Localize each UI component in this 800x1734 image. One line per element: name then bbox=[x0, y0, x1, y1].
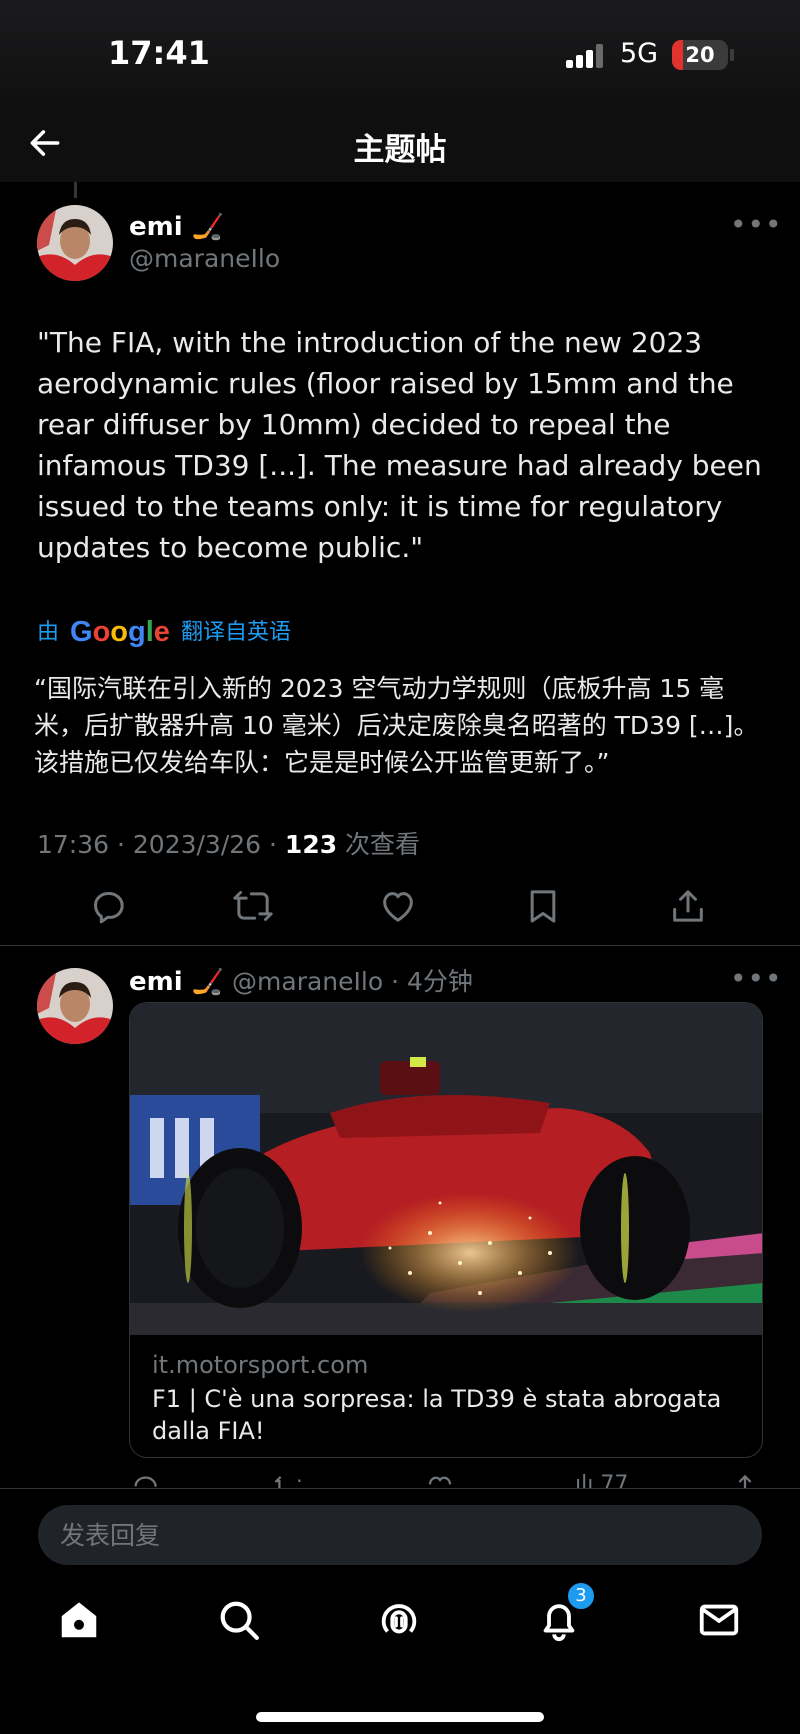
author-name[interactable]: emi 🏒 bbox=[129, 212, 224, 242]
status-time: 17:41 bbox=[108, 34, 210, 72]
post-actions bbox=[0, 886, 800, 936]
link-card[interactable]: it.motorsport.com F1 | C'è una sorpresa:… bbox=[129, 1002, 763, 1458]
post-meta: 17:36 · 2023/3/26 · 123 次查看 bbox=[37, 825, 420, 861]
separator: · bbox=[383, 967, 407, 996]
battery-level: 20 bbox=[685, 43, 715, 67]
card-image bbox=[130, 1003, 762, 1335]
share-icon bbox=[673, 890, 703, 922]
card-domain: it.motorsport.com bbox=[152, 1351, 369, 1379]
search-icon bbox=[220, 1601, 259, 1640]
reply-icon[interactable] bbox=[130, 1472, 160, 1488]
tab-messages[interactable] bbox=[696, 1597, 744, 1645]
tab-search[interactable] bbox=[216, 1597, 264, 1645]
views-count[interactable]: 123 bbox=[285, 830, 337, 859]
retweet-icon bbox=[233, 891, 273, 921]
page-title: 主题帖 bbox=[353, 132, 447, 168]
translate-prefix: 由 bbox=[37, 620, 60, 645]
translate-suffix: 翻译自英语 bbox=[180, 620, 291, 645]
battery-cap bbox=[730, 49, 734, 61]
post-timestamp: 17:36 · 2023/3/26 · bbox=[37, 830, 285, 859]
bookmark-button[interactable] bbox=[523, 886, 567, 930]
reply-header: emi 🏒 @maraneIlo · 4分钟 bbox=[129, 962, 473, 998]
views-label: 次查看 bbox=[337, 830, 421, 859]
reply-time: 4分钟 bbox=[406, 967, 473, 996]
tab-home[interactable] bbox=[56, 1597, 104, 1645]
card-title: F1 | C'è una sorpresa: la TD39 è stata a… bbox=[152, 1385, 722, 1445]
share-icon[interactable] bbox=[730, 1472, 760, 1488]
reply-more-options-icon[interactable]: ••• bbox=[730, 962, 783, 995]
bookmark-icon bbox=[530, 890, 556, 923]
author-handle[interactable]: @maraneIlo bbox=[129, 244, 280, 273]
like-icon[interactable] bbox=[425, 1472, 455, 1488]
views-icon[interactable]: ılı 77 bbox=[575, 1472, 628, 1488]
home-icon bbox=[61, 1602, 97, 1638]
notification-badge: 3 bbox=[566, 1581, 596, 1611]
share-button[interactable] bbox=[668, 886, 712, 930]
page-header: 主题帖 bbox=[0, 110, 800, 182]
thread-connector bbox=[74, 182, 77, 198]
translation-attribution[interactable]: 由 Google 翻译自英语 bbox=[37, 614, 291, 649]
tab-spaces[interactable] bbox=[376, 1597, 424, 1645]
battery-icon: 20 bbox=[672, 40, 728, 70]
post-text: "The FIA, with the introduction of the n… bbox=[37, 326, 762, 564]
network-type: 5G bbox=[620, 38, 659, 69]
retweet-button[interactable] bbox=[233, 886, 277, 930]
more-options-icon[interactable]: ••• bbox=[730, 208, 783, 241]
reply-author-handle[interactable]: @maraneIlo bbox=[232, 967, 383, 996]
reply-avatar[interactable] bbox=[37, 968, 113, 1044]
home-indicator bbox=[256, 1712, 544, 1722]
like-button[interactable] bbox=[378, 886, 422, 930]
translated-text: “国际汽联在引入新的 2023 空气动力学规则（底板升高 15 毫米，后扩散器升… bbox=[34, 674, 759, 777]
google-logo: Google bbox=[70, 616, 170, 648]
status-bar: 17:41 5G 20 bbox=[0, 0, 800, 110]
spaces-icon bbox=[381, 1604, 417, 1634]
reply-icon bbox=[94, 892, 124, 924]
reply-author-name[interactable]: emi 🏒 bbox=[129, 967, 224, 997]
reply-actions-partial: ılı 77 bbox=[0, 1472, 800, 1488]
avatar-image bbox=[37, 968, 113, 1044]
signal-icon bbox=[566, 44, 606, 68]
reply-views-count: 77 bbox=[600, 1472, 629, 1488]
bottom-bar: 3 bbox=[0, 1488, 800, 1734]
like-icon bbox=[383, 892, 413, 922]
avatar[interactable] bbox=[37, 205, 113, 281]
divider bbox=[0, 945, 800, 946]
messages-icon bbox=[699, 1604, 739, 1636]
avatar-image bbox=[37, 205, 113, 281]
retweet-icon[interactable] bbox=[275, 1472, 305, 1488]
reply-input[interactable] bbox=[38, 1505, 762, 1565]
reply-button[interactable] bbox=[88, 886, 132, 930]
